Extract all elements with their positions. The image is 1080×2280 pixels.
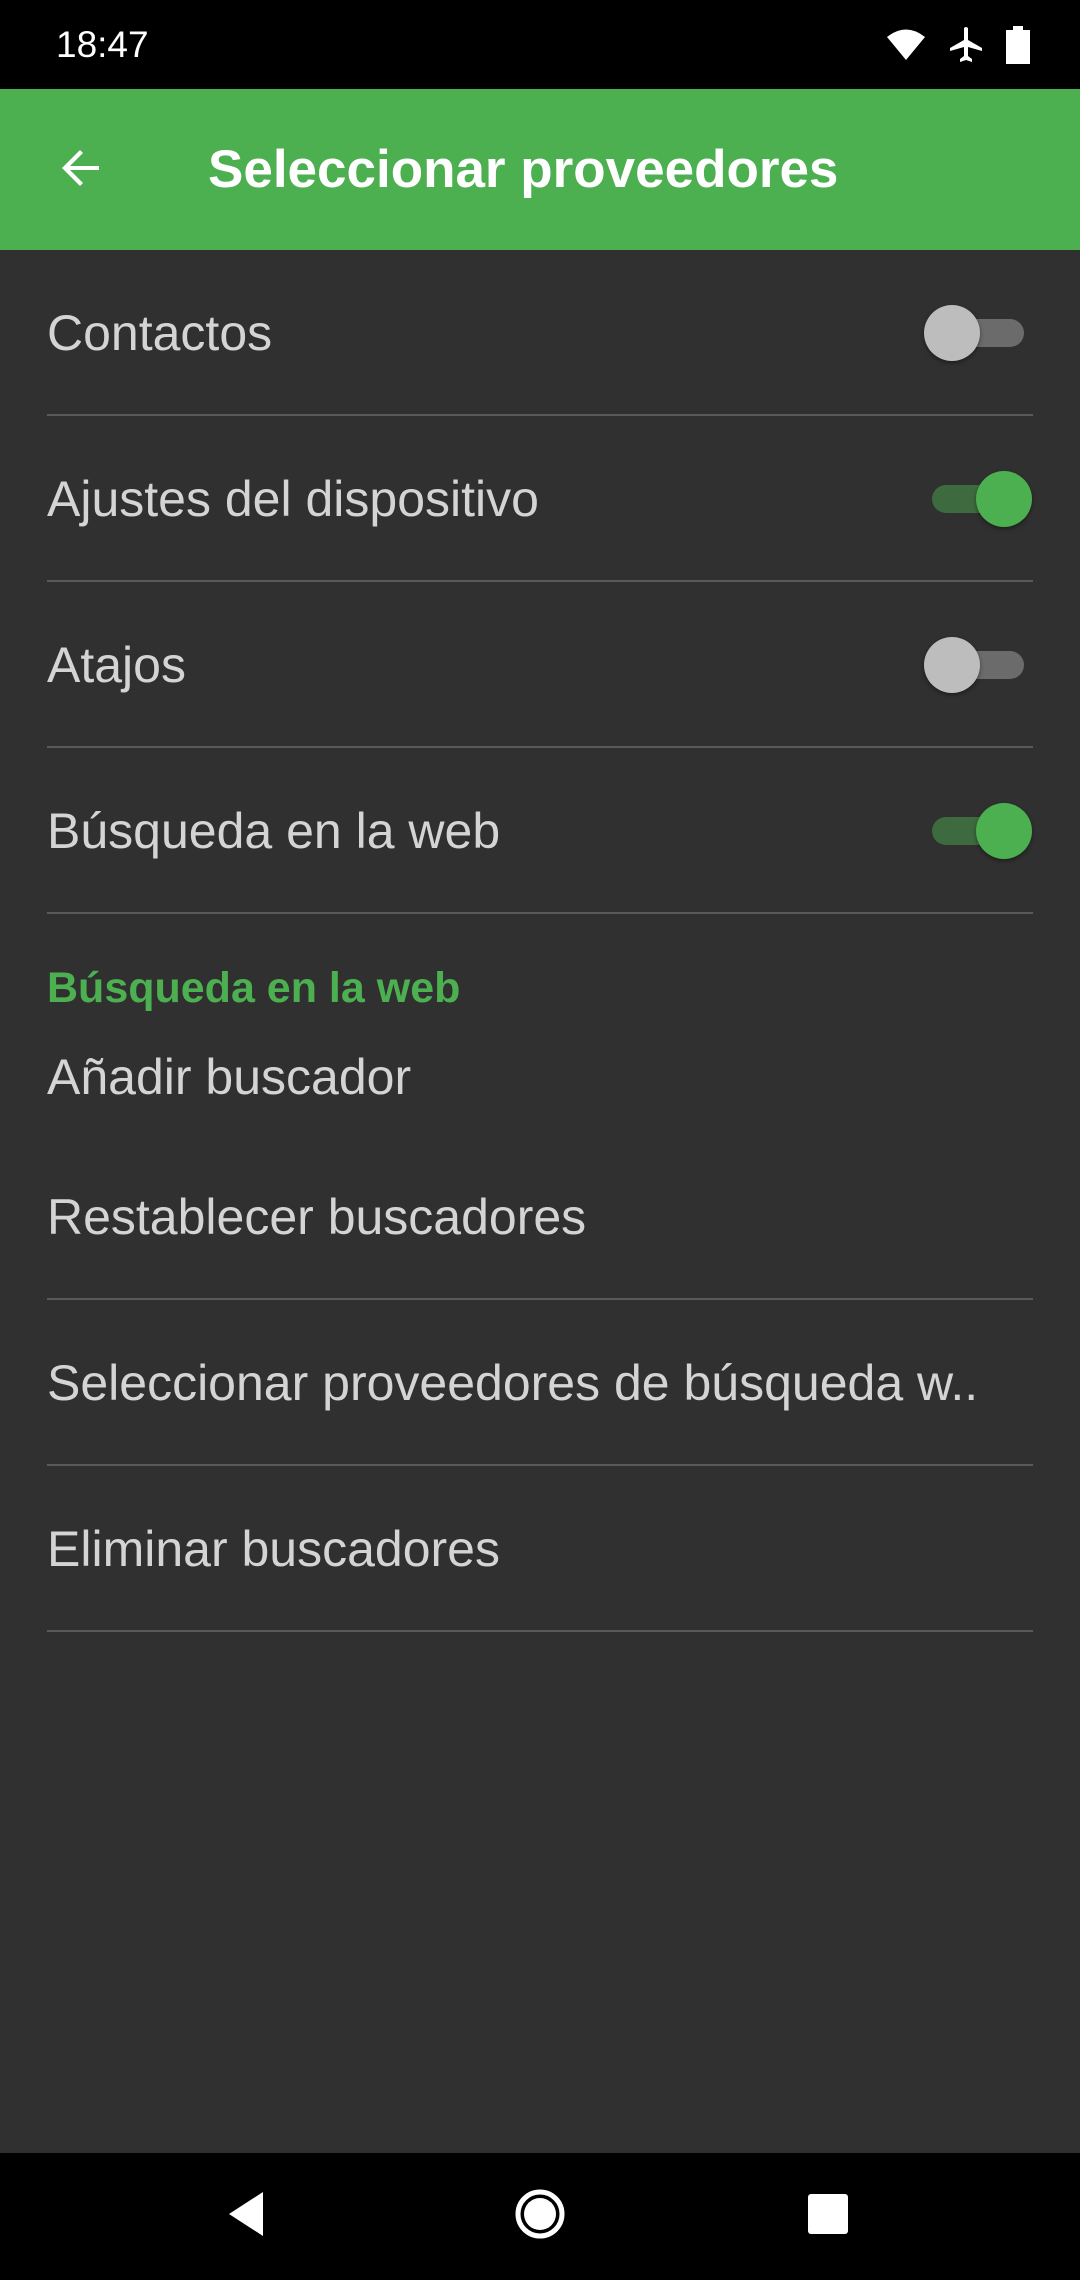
airplane-icon	[948, 26, 984, 64]
toggle-row-web-search[interactable]: Búsqueda en la web	[0, 748, 1080, 914]
nav-home-button[interactable]	[505, 2181, 575, 2251]
nav-home-icon	[514, 2188, 566, 2245]
device-settings-switch[interactable]	[932, 471, 1032, 527]
switch-thumb	[976, 471, 1032, 527]
page-title: Seleccionar proveedores	[208, 140, 839, 199]
toggle-row-shortcuts[interactable]: Atajos	[0, 582, 1080, 748]
nav-recents-button[interactable]	[793, 2181, 863, 2251]
section-header-label: Búsqueda en la web	[47, 964, 461, 1012]
delete-search-engines-item[interactable]: Eliminar buscadores	[0, 1466, 1080, 1632]
toggle-label: Contactos	[47, 305, 273, 361]
nav-back-button[interactable]	[212, 2181, 282, 2251]
nav-back-icon	[225, 2190, 269, 2243]
back-button[interactable]	[36, 125, 126, 215]
shortcuts-switch[interactable]	[924, 637, 1024, 693]
switch-thumb	[924, 637, 980, 693]
toggle-label: Atajos	[47, 637, 186, 693]
select-web-search-providers-item[interactable]: Seleccionar proveedores de búsqueda w..	[0, 1300, 1080, 1466]
list-item-label: Restablecer buscadores	[47, 1189, 587, 1245]
settings-screen: 18:47 Seleccionar proveedores Contactos	[0, 0, 1080, 2280]
switch-thumb	[976, 803, 1032, 859]
app-bar: Seleccionar proveedores	[0, 89, 1080, 250]
arrow-back-icon	[57, 144, 105, 197]
reset-search-engines-item[interactable]: Restablecer buscadores	[0, 1134, 1080, 1300]
toggle-row-contacts[interactable]: Contactos	[0, 250, 1080, 416]
status-time: 18:47	[56, 24, 149, 65]
contacts-switch[interactable]	[924, 305, 1024, 361]
navigation-bar	[0, 2153, 1080, 2280]
switch-thumb	[924, 305, 980, 361]
toggle-label: Ajustes del dispositivo	[47, 471, 539, 527]
divider	[47, 1630, 1033, 1632]
add-search-engine-item[interactable]: Añadir buscador	[0, 1024, 1080, 1134]
web-search-switch[interactable]	[932, 803, 1032, 859]
nav-recents-icon	[807, 2193, 849, 2240]
list-item-label: Añadir buscador	[47, 1049, 412, 1105]
toggle-label: Búsqueda en la web	[47, 803, 501, 859]
battery-icon	[1006, 26, 1030, 64]
status-icons	[886, 24, 1030, 66]
list-item-label: Seleccionar proveedores de búsqueda w..	[47, 1355, 979, 1411]
settings-list: Contactos Ajustes del dispositivo Atajos	[0, 250, 1080, 1632]
status-bar: 18:47	[0, 0, 1080, 89]
list-item-label: Eliminar buscadores	[47, 1521, 500, 1577]
section-header: Búsqueda en la web	[0, 914, 1080, 1024]
toggle-row-device-settings[interactable]: Ajustes del dispositivo	[0, 416, 1080, 582]
wifi-icon	[886, 28, 926, 62]
